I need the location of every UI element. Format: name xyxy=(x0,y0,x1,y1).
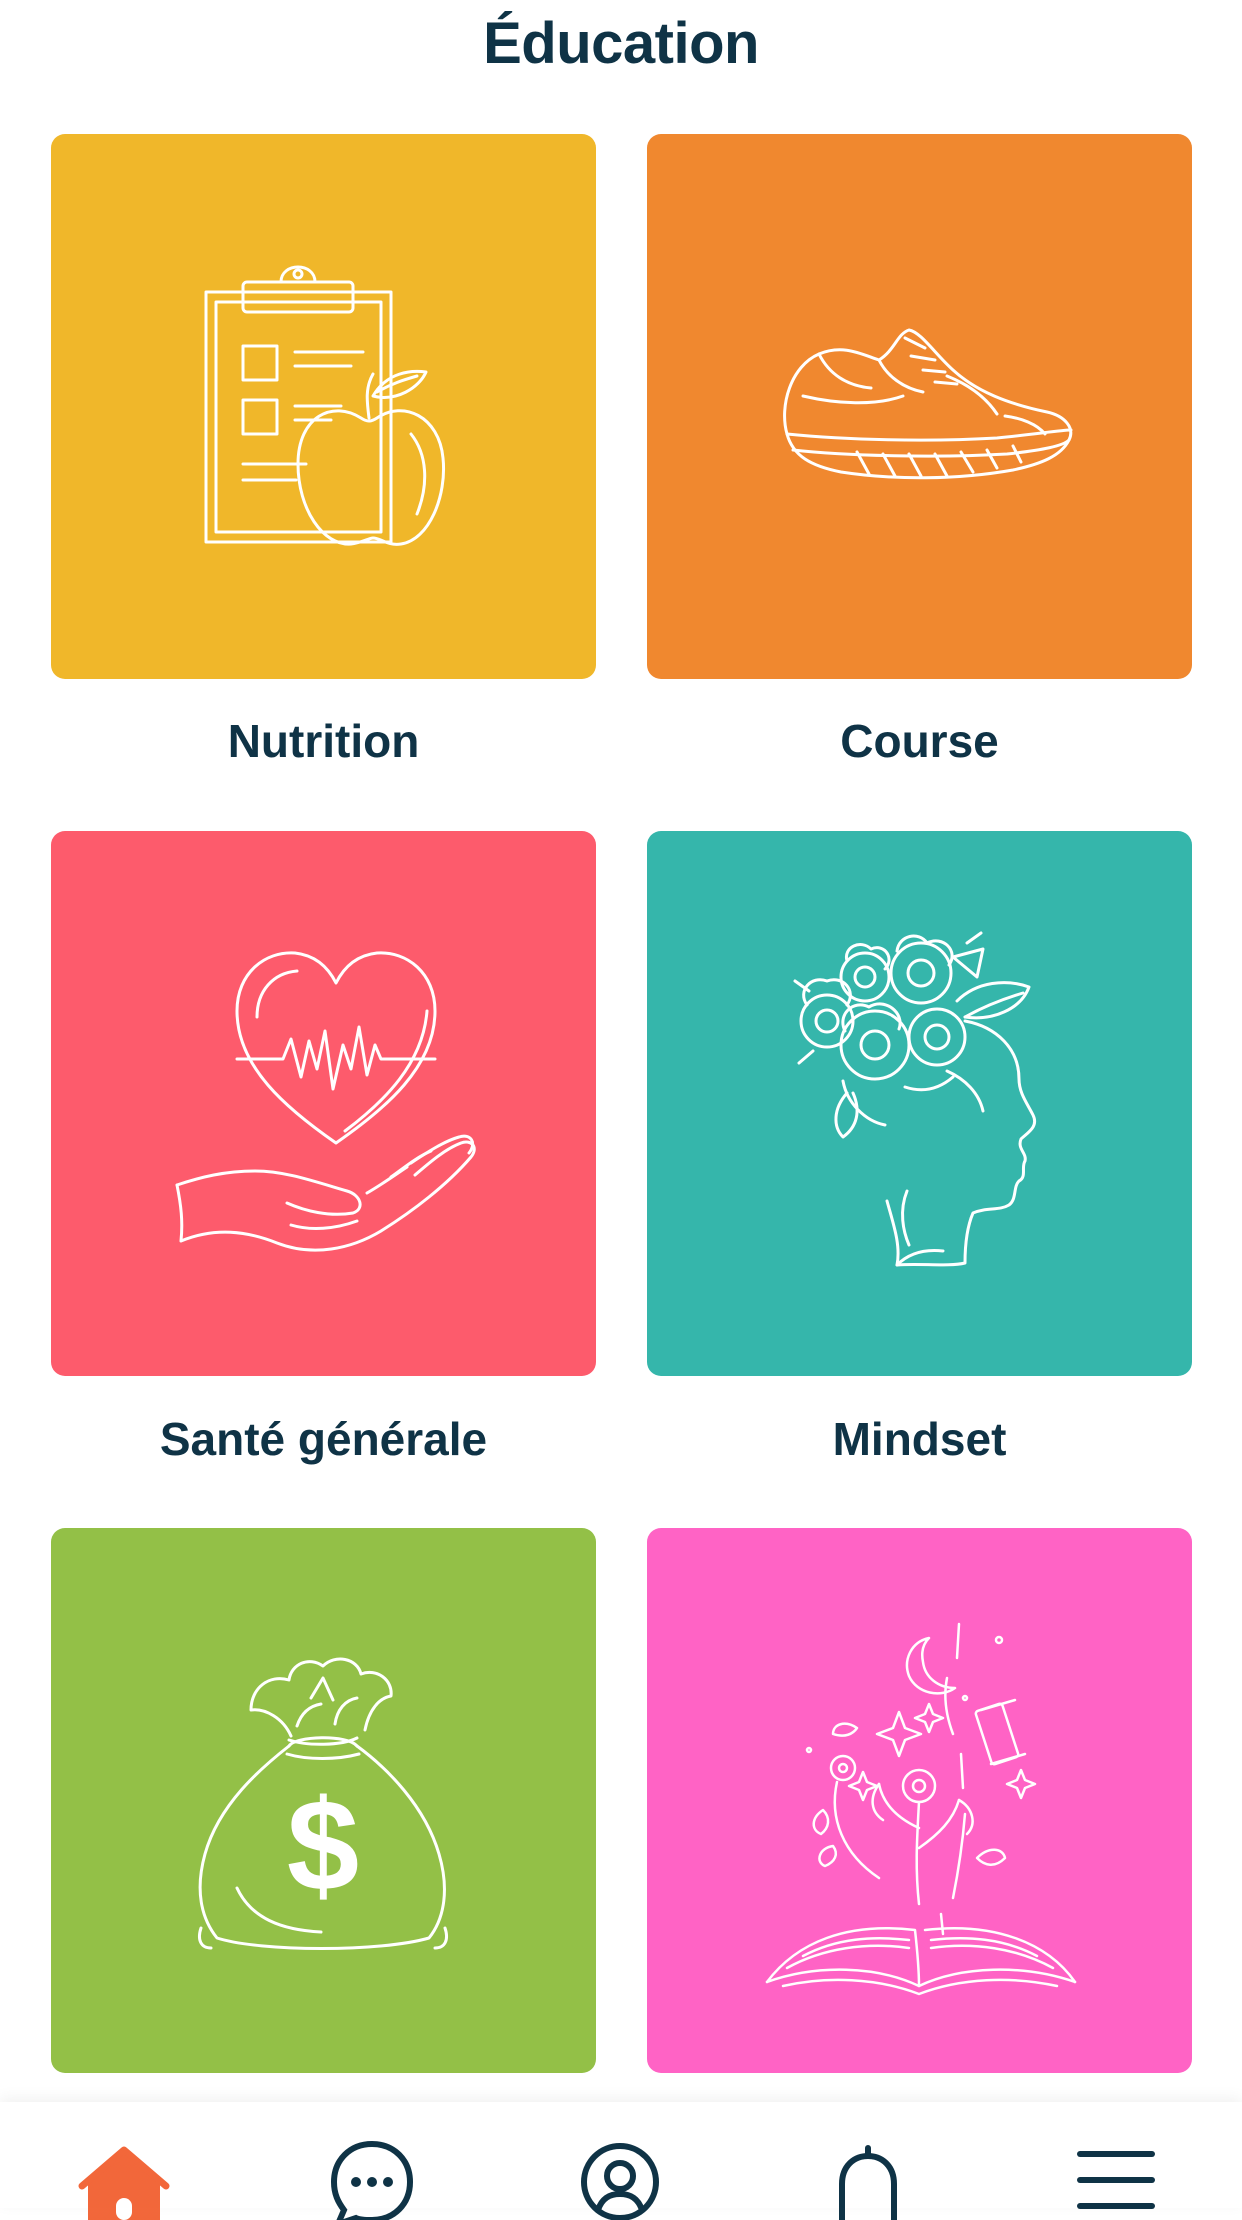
category-label-nutrition: Nutrition xyxy=(227,715,420,767)
category-tile-sante-generale[interactable] xyxy=(51,831,596,1376)
profile-icon xyxy=(581,2143,659,2220)
category-tile-course[interactable] xyxy=(647,134,1192,679)
tab-home[interactable] xyxy=(0,2102,248,2220)
svg-text:$: $ xyxy=(287,1772,359,1918)
bottom-tab-bar xyxy=(0,2102,1242,2220)
category-tile-book[interactable] xyxy=(647,1528,1192,2073)
category-label-mindset: Mindset xyxy=(832,1413,1007,1465)
running-shoe-icon xyxy=(783,328,1073,480)
flower-head-icon xyxy=(793,931,1036,1267)
heart-hand-icon xyxy=(175,951,476,1252)
category-label-sante-generale: Santé générale xyxy=(159,1413,488,1465)
category-label-course: Course xyxy=(840,715,999,767)
menu-icon xyxy=(1077,2151,1155,2209)
tab-notifications[interactable] xyxy=(744,2102,992,2220)
money-bag-icon: $ xyxy=(197,1657,449,1950)
bell-icon xyxy=(839,2145,897,2220)
tab-profile[interactable] xyxy=(496,2102,744,2220)
category-tile-nutrition[interactable] xyxy=(51,134,596,679)
open-book-moon-icon xyxy=(765,1622,1077,1996)
home-icon xyxy=(78,2146,170,2220)
tab-menu[interactable] xyxy=(992,2102,1240,2209)
category-tile-money[interactable]: $ xyxy=(51,1528,596,2073)
category-tile-mindset[interactable] xyxy=(647,831,1192,1376)
clipboard-apple-icon xyxy=(204,265,446,546)
chat-icon xyxy=(330,2140,414,2220)
page-title: Éducation xyxy=(483,11,759,76)
tab-messages[interactable] xyxy=(248,2102,496,2220)
